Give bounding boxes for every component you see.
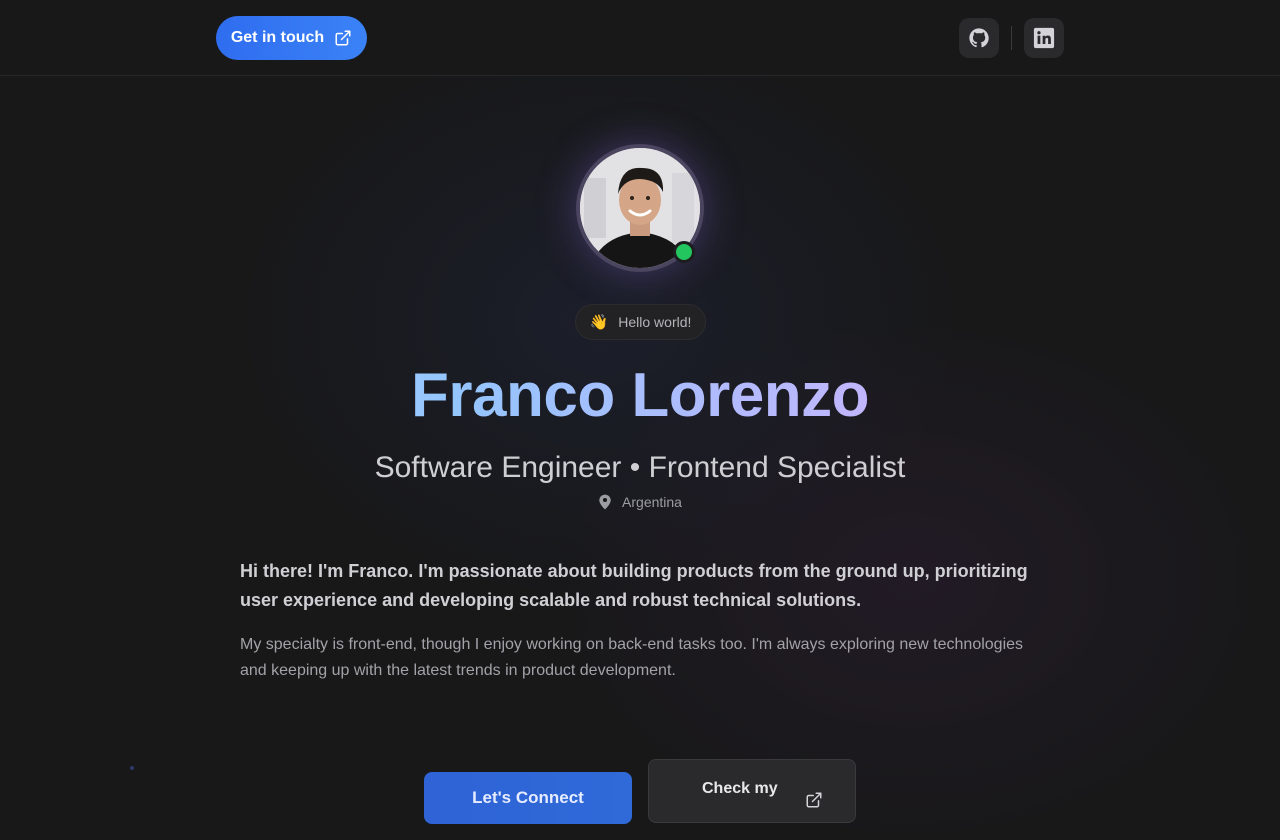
github-icon xyxy=(969,28,989,48)
linkedin-icon xyxy=(1033,27,1055,49)
hello-text: Hello world! xyxy=(618,314,692,330)
profile-location: Argentina xyxy=(0,494,1280,510)
location-text: Argentina xyxy=(622,494,682,510)
linkedin-link[interactable] xyxy=(1024,18,1064,58)
check-my-button[interactable]: Check my xyxy=(648,759,856,823)
online-status-indicator xyxy=(673,241,695,263)
external-link-icon xyxy=(806,792,822,808)
get-in-touch-label: Get in touch xyxy=(230,29,325,46)
waving-hand-icon: 👋 xyxy=(589,314,609,331)
hello-badge: 👋 Hello world! xyxy=(575,304,706,340)
github-link[interactable] xyxy=(959,18,999,58)
get-in-touch-button[interactable]: Get in touch xyxy=(216,16,367,60)
profile-name: Franco Lorenzo xyxy=(0,356,1280,436)
check-my-label: Check my xyxy=(702,780,778,797)
decorative-dot xyxy=(130,766,134,770)
about-body: My specialty is front-end, though I enjo… xyxy=(240,636,1024,679)
top-navigation-bar: Get in touch xyxy=(0,0,1280,76)
map-pin-icon xyxy=(599,494,611,510)
profile-role: Software Engineer • Frontend Specialist xyxy=(374,451,906,484)
about-lead: Hi there! I'm Franco. I'm passionate abo… xyxy=(240,561,1028,610)
lets-connect-button[interactable]: Let's Connect xyxy=(424,772,632,824)
social-divider xyxy=(1011,26,1012,50)
external-link-icon xyxy=(335,30,351,46)
